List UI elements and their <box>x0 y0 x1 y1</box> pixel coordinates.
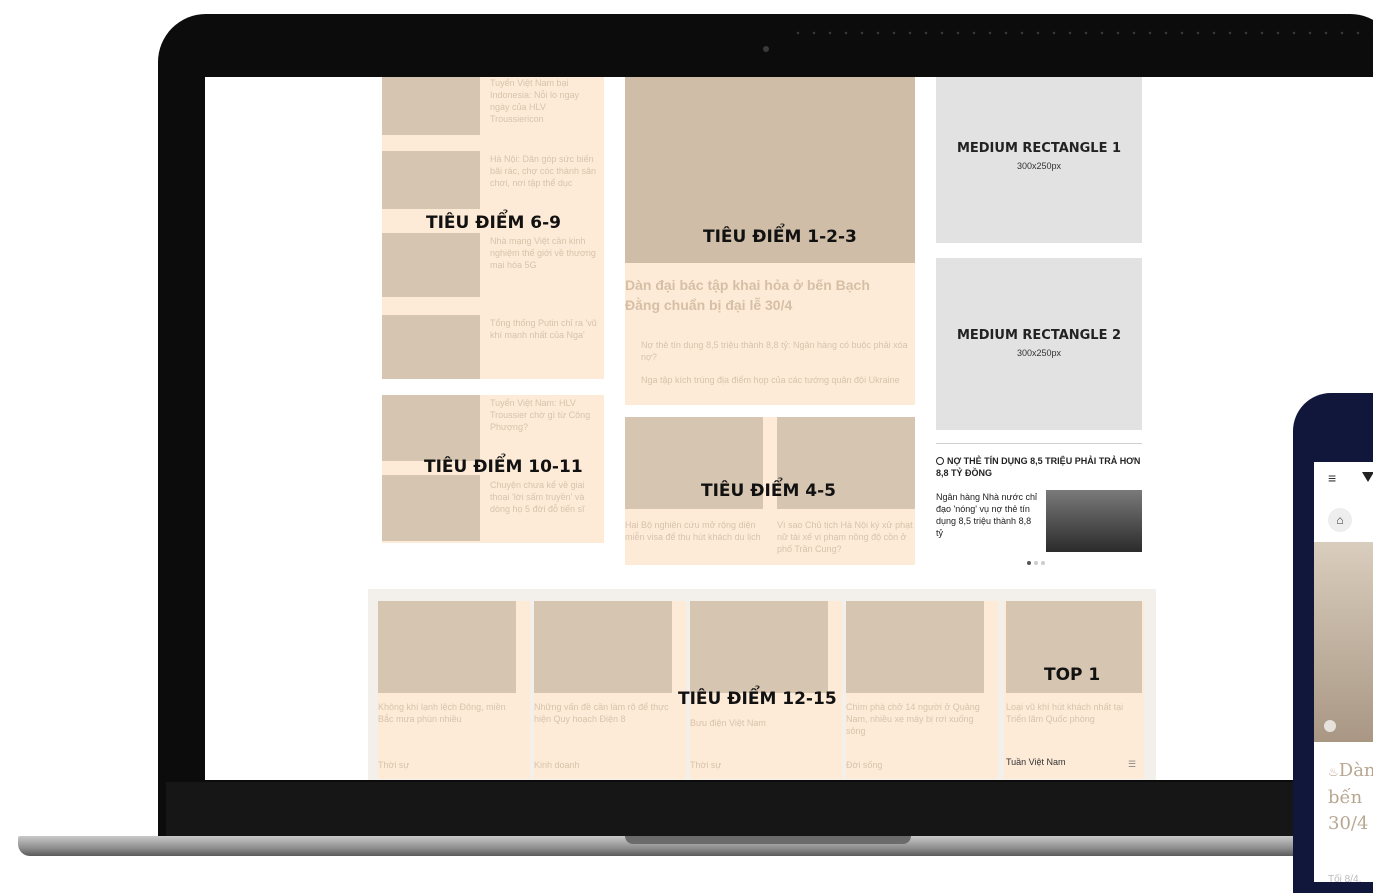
story-title[interactable]: Hai Bộ nghiên cứu mở rộng diện miễn visa… <box>625 519 763 543</box>
thumbnail[interactable] <box>846 601 984 693</box>
laptop-hinge-notch <box>625 836 911 844</box>
sidebar-news-heading-text: NỢ THẺ TÍN DỤNG 8,5 TRIỆU PHẢI TRẢ HƠN 8… <box>936 456 1141 478</box>
bottom-story[interactable]: Chìm phà chở 14 người ở Quảng Nam, nhiều… <box>846 601 998 779</box>
story-category[interactable]: Thời sự <box>378 759 409 771</box>
list-item[interactable]: Hà Nội: Dân góp sức biến bãi rác, chợ có… <box>490 153 600 189</box>
zone-label: TIÊU ĐIỂM 1-2-3 <box>703 227 857 247</box>
thumbnail[interactable] <box>382 77 480 135</box>
ad-size: 300x250px <box>1016 161 1062 171</box>
zone-label: TIÊU ĐIỂM 6-9 <box>426 213 561 233</box>
page-layout: Tuyển Việt Nam bại Indonesia: Nỗi lo nga… <box>368 77 1164 780</box>
story-title[interactable]: Những vấn đề cần làm rõ để thực hiện Quy… <box>534 701 674 725</box>
list-item[interactable]: Tổng thống Putin chỉ ra 'vũ khí mạnh nhấ… <box>490 317 600 341</box>
sidebar-news-text[interactable]: Ngân hàng Nhà nước chỉ đạo 'nóng' vụ nợ … <box>936 491 1040 539</box>
bottom-story[interactable]: Những vấn đề cần làm rõ để thực hiện Quy… <box>534 601 686 779</box>
source-name[interactable]: Tuần Việt Nam <box>1006 757 1066 767</box>
thumbnail[interactable] <box>690 601 828 693</box>
menu-icon[interactable]: ☰ <box>1128 759 1136 770</box>
story-title[interactable]: Chìm phà chở 14 người ở Quảng Nam, nhiều… <box>846 701 986 737</box>
zone-label: TIÊU ĐIỂM 4-5 <box>701 481 836 501</box>
chart-icon <box>1324 720 1336 732</box>
reflection-dots <box>790 31 1373 35</box>
tieu-diem-6-9-block[interactable]: Tuyển Việt Nam bại Indonesia: Nỗi lo nga… <box>382 77 604 379</box>
story-title[interactable]: Vì sao Chủ tịch Hà Nội ký xử phạt nữ tài… <box>777 519 915 555</box>
phone-hero-image[interactable] <box>1314 542 1373 742</box>
divider <box>936 443 1142 444</box>
carousel-dot[interactable] <box>1041 561 1045 565</box>
tieu-diem-4-5-block[interactable]: Hai Bộ nghiên cứu mở rộng diện miễn visa… <box>625 417 915 565</box>
story-title[interactable]: Bưu điện Việt Nam <box>690 717 830 729</box>
logo-icon[interactable] <box>1362 472 1373 482</box>
carousel-dot[interactable] <box>1027 561 1031 565</box>
list-item[interactable]: Nhà mạng Việt cần kinh nghiệm thế giới v… <box>490 235 600 271</box>
thumbnail[interactable] <box>382 395 480 461</box>
bottom-story[interactable]: Không khí lạnh lệch Đông, miền Bắc mưa p… <box>378 601 530 779</box>
sidebar-news-image[interactable] <box>1046 490 1142 552</box>
ad-medium-rectangle-1[interactable]: MEDIUM RECTANGLE 1 300x250px <box>936 77 1142 243</box>
clock-icon <box>936 457 944 465</box>
story-category[interactable]: Thời sự <box>690 759 721 771</box>
hamburger-menu-icon[interactable]: ≡ <box>1328 470 1336 486</box>
story-title[interactable]: Loại vũ khí hút khách nhất tại Triển lãm… <box>1006 701 1142 725</box>
zone-label: TIÊU ĐIỂM 12-15 <box>678 689 837 709</box>
tieu-diem-1-2-3-block[interactable]: Dàn đại bác tập khai hỏa ở bến Bạch Đằng… <box>625 77 915 405</box>
ad-title: MEDIUM RECTANGLE 1 <box>956 141 1122 156</box>
bullet-item[interactable]: Nợ thẻ tín dụng 8,5 triệu thành 8,8 tỷ: … <box>641 339 911 363</box>
list-item[interactable]: Tuyển Việt Nam bại Indonesia: Nỗi lo nga… <box>490 77 600 125</box>
fire-icon: ♨ <box>1328 765 1339 779</box>
phone-screen: ≡ ⌂ ♨Dàn bến 30/4 Tối 8/4, <box>1314 462 1373 882</box>
sidebar-news-heading[interactable]: NỢ THẺ TÍN DỤNG 8,5 TRIỆU PHẢI TRẢ HƠN 8… <box>936 455 1142 479</box>
bullet-item[interactable]: Nga tập kích trúng địa điểm họp của các … <box>641 374 911 386</box>
thumbnail[interactable] <box>534 601 672 693</box>
laptop-screen: Tuyển Việt Nam bại Indonesia: Nỗi lo nga… <box>205 77 1373 780</box>
top-1-block[interactable]: Loại vũ khí hút khách nhất tại Triển lãm… <box>1004 601 1144 779</box>
thumbnail[interactable] <box>378 601 516 693</box>
ad-title: MEDIUM RECTANGLE 2 <box>956 328 1122 343</box>
story-category[interactable]: Đời sống <box>846 759 882 771</box>
story-category[interactable]: Kinh doanh <box>534 759 580 771</box>
carousel-dot[interactable] <box>1034 561 1038 565</box>
bottom-section: Không khí lạnh lệch Đông, miền Bắc mưa p… <box>368 589 1156 780</box>
carousel-dots[interactable] <box>1027 561 1045 565</box>
webcam-icon <box>763 46 769 52</box>
phone-date: Tối 8/4, <box>1328 874 1362 882</box>
thumbnail[interactable] <box>382 475 480 541</box>
thumbnail[interactable] <box>382 315 480 379</box>
laptop-bezel-bottom <box>166 782 1373 840</box>
home-icon[interactable]: ⌂ <box>1328 508 1352 532</box>
story-title[interactable]: Không khí lạnh lệch Đông, miền Bắc mưa p… <box>378 701 518 725</box>
zone-label: TIÊU ĐIỂM 10-11 <box>424 457 583 477</box>
thumbnail[interactable] <box>382 233 480 297</box>
ad-medium-rectangle-2[interactable]: MEDIUM RECTANGLE 2 300x250px <box>936 258 1142 430</box>
list-item[interactable]: Chuyện chưa kể về giai thoại 'lời sấm tr… <box>490 479 600 515</box>
tieu-diem-10-11-block[interactable]: Tuyển Việt Nam: HLV Troussier chờ gì từ … <box>382 395 604 543</box>
ad-size: 300x250px <box>1016 348 1062 358</box>
zone-label: TOP 1 <box>1044 665 1101 685</box>
list-item[interactable]: Tuyển Việt Nam: HLV Troussier chờ gì từ … <box>490 397 600 433</box>
phone-headline[interactable]: ♨Dàn bến 30/4 <box>1328 758 1373 837</box>
main-story-title[interactable]: Dàn đại bác tập khai hỏa ở bến Bạch Đằng… <box>625 275 905 315</box>
thumbnail[interactable] <box>382 151 480 209</box>
